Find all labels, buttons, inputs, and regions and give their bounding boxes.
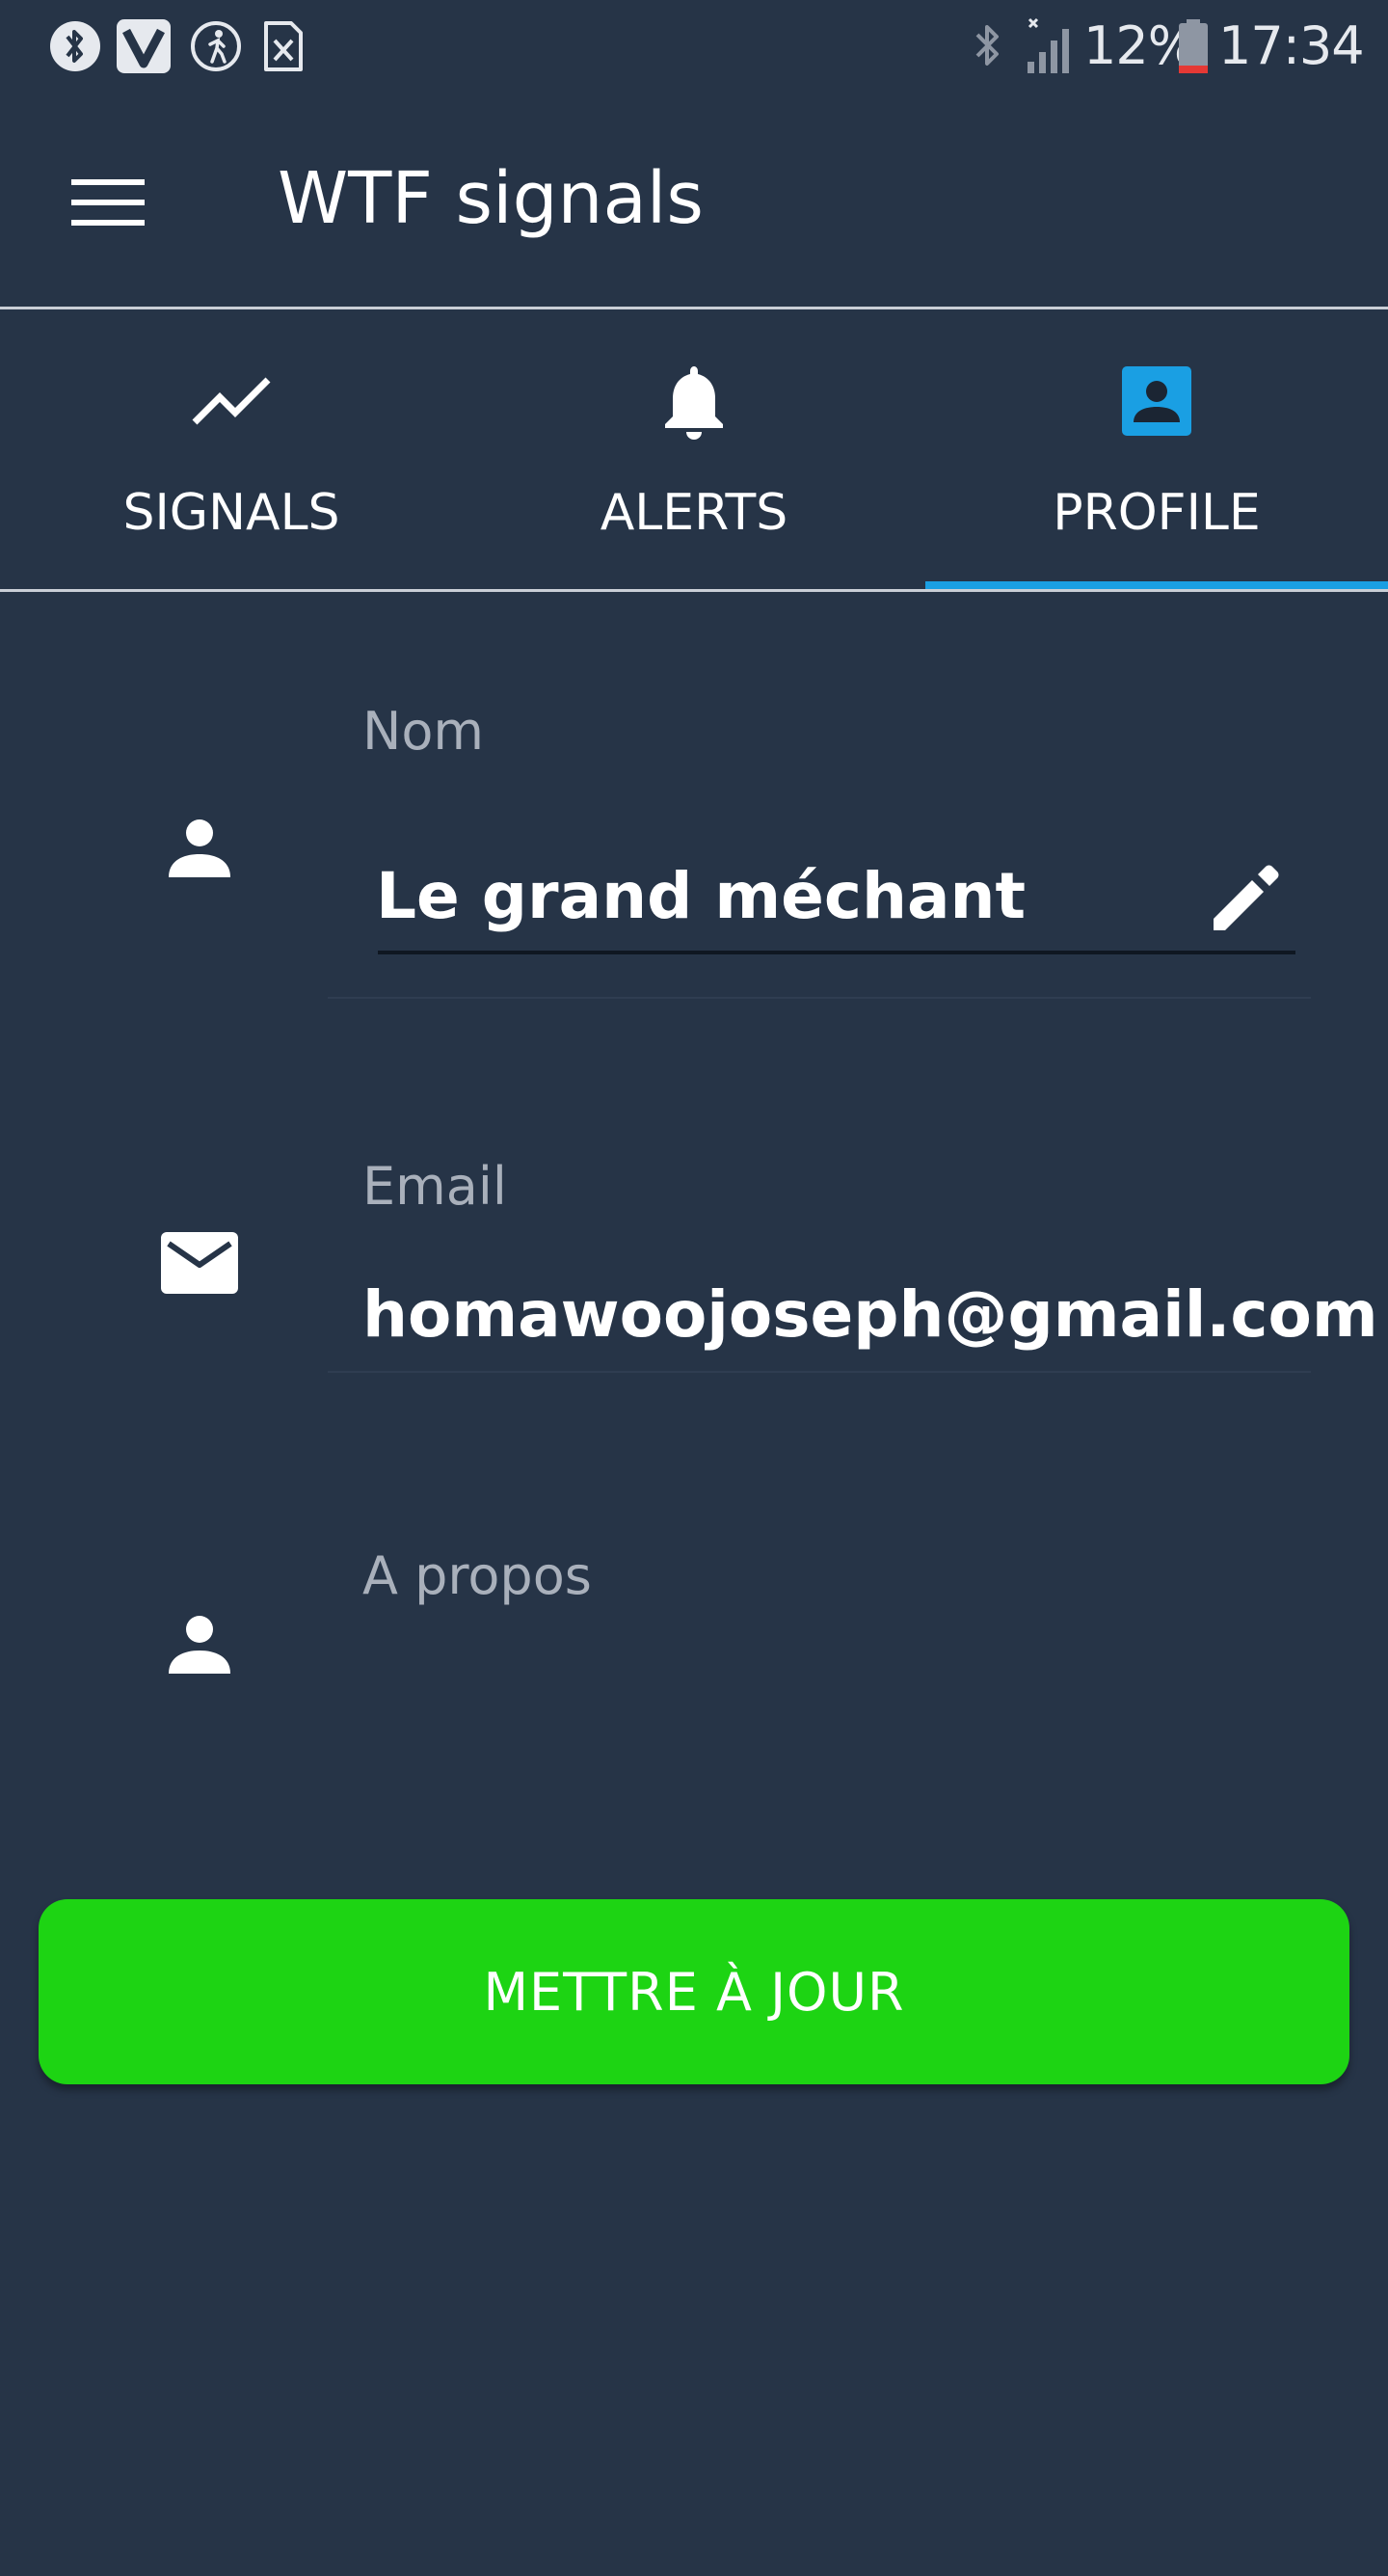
email-label: Email: [362, 1156, 507, 1217]
bell-icon: [463, 358, 925, 444]
name-field-divider: [328, 997, 1311, 999]
activity-icon: [187, 17, 245, 75]
name-label: Nom: [362, 701, 485, 762]
person-icon: [149, 796, 250, 897]
hamburger-menu-icon[interactable]: [58, 168, 158, 237]
clock: 17:34: [1218, 15, 1365, 76]
tab-selected-indicator: [925, 581, 1388, 589]
tab-alerts-label: ALERTS: [600, 484, 788, 542]
trending-up-icon: [0, 358, 463, 444]
about-person-icon: [149, 1593, 250, 1693]
update-button-label: METTRE À JOUR: [483, 1961, 905, 2023]
sim-icon: [258, 17, 308, 75]
battery-icon: [1172, 17, 1214, 75]
signal-icon: [1022, 17, 1080, 75]
pencil-icon[interactable]: [1205, 858, 1286, 939]
about-label: A propos: [362, 1545, 592, 1606]
app-title: WTF signals: [278, 157, 704, 240]
name-field[interactable]: Le grand méchant: [376, 856, 1026, 937]
profile-screen: 12% 17:34 WTF signals SIGNALS ALERTS PRO…: [0, 0, 1388, 2576]
email-field-divider: [328, 1371, 1311, 1373]
update-button[interactable]: METTRE À JOUR: [39, 1899, 1349, 2084]
tab-profile[interactable]: PROFILE: [925, 309, 1388, 589]
account-box-icon: [925, 358, 1388, 444]
tab-bar: SIGNALS ALERTS PROFILE: [0, 309, 1388, 592]
tabs-divider: [0, 589, 1388, 592]
tab-signals-label: SIGNALS: [122, 484, 340, 542]
status-bar: 12% 17:34: [0, 0, 1388, 93]
email-field[interactable]: homawoojoseph@gmail.com: [362, 1275, 1378, 1355]
v-app-icon: [114, 17, 174, 75]
app-bar: WTF signals: [0, 93, 1388, 309]
tab-signals[interactable]: SIGNALS: [0, 309, 463, 589]
bluetooth-icon: [46, 17, 104, 75]
name-field-underline: [378, 951, 1295, 954]
mail-icon: [149, 1213, 250, 1313]
tab-alerts[interactable]: ALERTS: [463, 309, 925, 589]
tab-profile-label: PROFILE: [1053, 484, 1261, 542]
bluetooth-status-icon: [964, 17, 1010, 75]
